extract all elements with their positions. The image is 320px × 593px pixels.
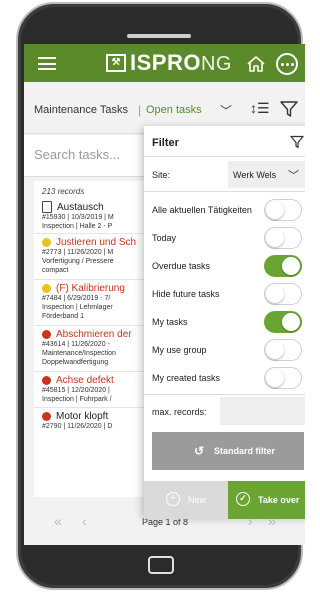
document-icon (42, 201, 52, 213)
status-yellow-icon (42, 284, 51, 293)
menu-icon[interactable] (38, 57, 56, 70)
standard-filter-button[interactable]: ↺ Standard filter (152, 432, 304, 470)
toggle-switch[interactable] (264, 255, 302, 277)
item-title: (F) Kalibrierung (56, 283, 125, 294)
filter-option-today[interactable]: Today (144, 224, 305, 252)
logo-text: ISPRO (130, 50, 201, 75)
item-title: Achse defekt (56, 375, 114, 386)
standard-filter-label: Standard filter (214, 446, 276, 456)
check-icon: ✓ (236, 492, 250, 506)
filter-header: Filter (144, 126, 305, 156)
status-yellow-icon (42, 238, 51, 247)
toggle-switch[interactable] (264, 227, 302, 249)
previous-page-button[interactable]: ‹ (82, 513, 87, 529)
toggle-switch[interactable] (264, 311, 302, 333)
breadcrumb-main[interactable]: Maintenance Tasks (34, 104, 128, 116)
new-label: New (188, 495, 207, 505)
breadcrumb-separator: | (138, 103, 142, 117)
site-value: Werk Wels (233, 170, 277, 180)
chevron-down-icon: ﹀ (288, 170, 299, 182)
chevron-down-icon[interactable]: ﹀ (220, 102, 232, 119)
filter-panel: Filter Site: Werk Wels ﹀ Alle aktuellen … (144, 126, 305, 516)
breadcrumb-open-tasks[interactable]: Open tasks (146, 104, 202, 116)
filter-title: Filter (152, 137, 179, 149)
filter-option-label: Today (152, 233, 177, 243)
filter-option-my-use-group[interactable]: My use group (144, 336, 305, 364)
item-title: Motor klopft (56, 411, 109, 422)
status-red-icon (42, 330, 51, 339)
new-button[interactable]: + New (144, 481, 228, 519)
more-options-icon[interactable] (276, 53, 298, 75)
filter-option-all-current[interactable]: Alle aktuellen Tätigkeiten (144, 196, 305, 224)
filter-option-label: Overdue tasks (152, 261, 211, 271)
item-title: Abschmieren der (56, 329, 132, 340)
filter-option-hide-future[interactable]: Hide future tasks (144, 280, 305, 308)
home-icon[interactable] (246, 54, 266, 74)
toggle-switch[interactable] (264, 199, 302, 221)
max-records-label: max. records: (152, 407, 207, 417)
logo-box-icon: ⚒ (106, 54, 126, 72)
item-title: Austausch (57, 201, 104, 213)
filter-option-label: Alle aktuellen Tätigkeiten (152, 205, 252, 215)
status-red-icon (42, 412, 51, 421)
toggle-switch[interactable] (264, 367, 302, 389)
phone-home-button[interactable] (148, 556, 174, 574)
filter-option-label: My created tasks (152, 373, 221, 383)
filter-option-label: Hide future tasks (152, 289, 220, 299)
logo-suffix: NG (200, 53, 232, 75)
filter-icon[interactable] (290, 135, 304, 149)
filter-actions: + New ✓ Take over (144, 481, 305, 519)
toggle-switch[interactable] (264, 283, 302, 305)
app-header: ⚒ ISPRONG (24, 44, 305, 82)
filter-option-my-tasks[interactable]: My tasks (144, 308, 305, 336)
site-label: Site: (152, 170, 171, 180)
toggle-switch[interactable] (264, 339, 302, 361)
search-input[interactable]: Search tasks... (34, 147, 120, 162)
take-over-button[interactable]: ✓ Take over (228, 481, 305, 519)
status-red-icon (42, 376, 51, 385)
item-title: Justieren und Sch (56, 237, 137, 248)
phone-speaker (127, 34, 191, 38)
filter-option-label: My use group (152, 345, 207, 355)
filter-icon[interactable] (280, 100, 298, 118)
app-screen: ⚒ ISPRONG Maintenance Tasks | Open tasks… (24, 44, 305, 545)
app-logo: ⚒ ISPRONG (106, 50, 232, 75)
filter-option-overdue[interactable]: Overdue tasks (144, 252, 305, 280)
reset-icon: ↺ (194, 444, 205, 458)
take-over-label: Take over (258, 495, 300, 505)
plus-icon: + (166, 492, 180, 506)
records-count: 213 records (42, 187, 85, 196)
filter-option-label: My tasks (152, 317, 188, 327)
site-select[interactable]: Werk Wels ﹀ (228, 161, 305, 188)
max-records-input[interactable] (220, 397, 305, 425)
sort-icon[interactable]: ↕☰ (250, 100, 270, 117)
max-records-row: max. records: (144, 394, 305, 426)
site-row: Site: Werk Wels ﹀ (144, 156, 305, 192)
first-page-button[interactable]: « (54, 513, 62, 529)
filter-option-my-created[interactable]: My created tasks (144, 364, 305, 392)
